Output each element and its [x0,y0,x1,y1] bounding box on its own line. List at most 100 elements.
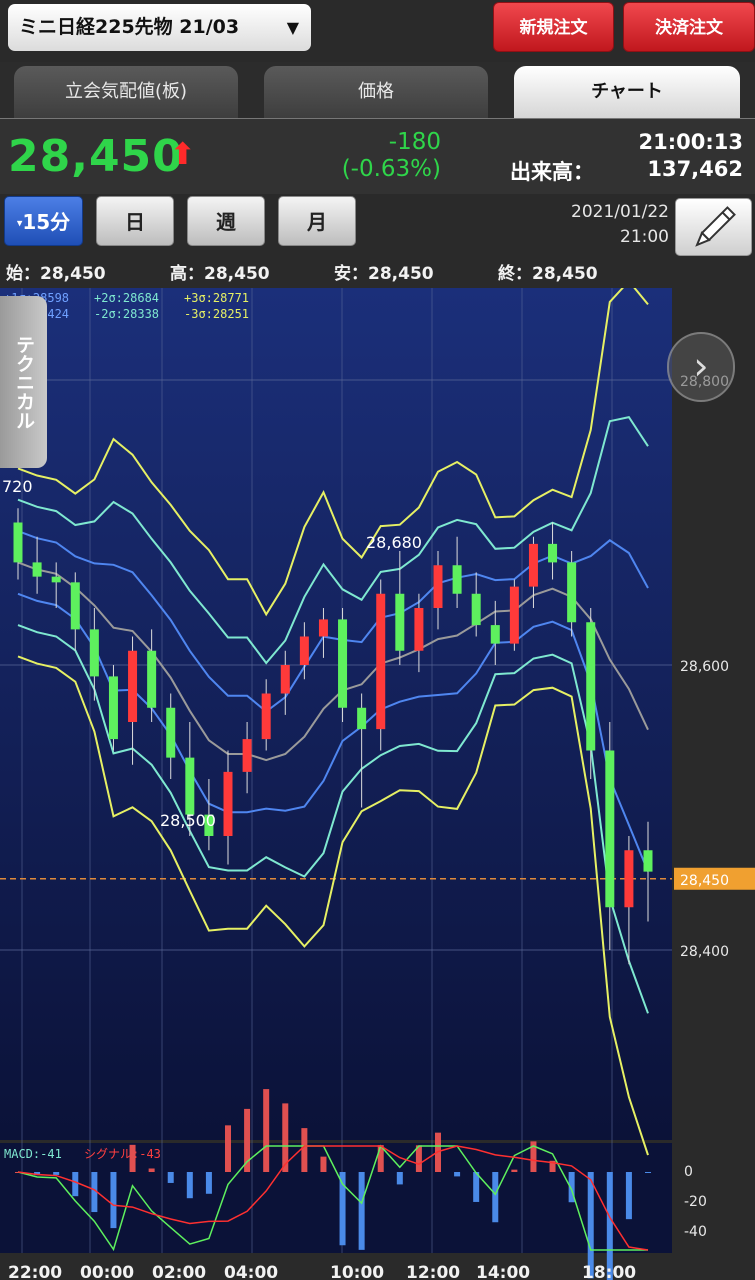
x-tick-label: 12:00 [406,1263,460,1280]
candlestick-chart[interactable]: MACD:-41シグナル:-430-20-40 28,80028,60028,4… [0,288,755,1280]
ohlc-low: 安：28,450 [334,264,434,284]
signal-label: シグナル:-43 [84,1147,161,1161]
settle-order-button[interactable]: 決済注文 [623,2,755,52]
candle-body [299,636,309,665]
technical-tab[interactable]: テクニカル [0,296,47,468]
candle-body [567,562,577,623]
candle-body [376,593,386,730]
bb-legend-item: -3σ:28251 [184,307,249,321]
interval-day-button[interactable]: 日 [96,196,174,246]
x-tick-label: 14:00 [476,1263,530,1280]
symbol-select[interactable]: ミニ日経225先物 21/03 ▼ [8,4,311,51]
candle-body [280,665,290,694]
price-change: -180 (-0.63%) [342,129,441,183]
macd-histogram-bar [396,1172,403,1185]
y-tick-label: 28,600 [680,659,729,675]
macd-tick-label: -20 [684,1194,707,1210]
volume-value: 137,462 [647,157,743,181]
candle-body [185,757,195,815]
candle-body [108,676,118,740]
interval-week-button[interactable]: 週 [187,196,265,246]
x-tick-label: 04:00 [224,1263,278,1280]
chart-date: 2021/01/22 [571,202,669,222]
macd-histogram-bar [129,1144,136,1172]
tab-chart[interactable]: チャート [514,66,740,118]
macd-histogram-bar [148,1168,155,1172]
candle-body [166,707,176,758]
annotation-high: 28,680 [366,533,422,552]
ohlc-high: 高：28,450 [170,264,270,284]
macd-histogram-bar [511,1169,518,1172]
candle-body [128,650,138,722]
quote-info: 21:00:13 137,462 [639,129,743,183]
interval-month-button[interactable]: 月 [278,196,356,246]
last-price: 28,450 [8,131,184,182]
candle-body [528,543,538,587]
candle-body [395,593,405,651]
x-tick-label: 02:00 [152,1263,206,1280]
chevron-down-icon: ▼ [286,18,299,37]
macd-histogram-bar [454,1172,461,1177]
view-tabs: 立会気配値(板) 価格 チャート [0,62,755,118]
candle-body [548,543,558,563]
tab-price[interactable]: 価格 [264,66,488,118]
candle-body [490,625,500,644]
macd-histogram-bar [167,1172,174,1183]
chevron-right-icon[interactable]: › [667,332,735,402]
y-tick-label: 28,400 [680,944,729,960]
ohlc-summary: 始：28,450 高：28,450 安：28,450 終：28,450 [0,256,755,288]
candle-body [261,693,271,740]
ohlc-open: 始：28,450 [6,264,106,284]
macd-histogram-bar [473,1172,480,1202]
macd-histogram-bar [186,1172,193,1199]
x-tick-label: 10:00 [330,1263,384,1280]
x-tick-label: 22:00 [8,1263,62,1280]
interval-bar: ▾15分 日 週 月 2021/01/22 21:00 [0,194,755,256]
macd-histogram-bar [625,1172,632,1220]
macd-histogram-bar [492,1172,499,1223]
macd-histogram-bar [358,1172,365,1250]
candle-body [13,522,23,563]
pencil-icon [695,206,736,247]
new-order-button[interactable]: 新規注文 [493,2,614,52]
candle-body [32,562,42,577]
macd-tick-label: 0 [684,1164,693,1180]
candle-body [89,629,99,677]
volume-label: 出来高： [510,160,594,184]
up-arrow-icon: ⬆ [170,137,196,172]
bb-legend-item: +2σ:28684 [94,291,159,305]
candle-body [509,586,519,644]
macd-histogram-bar [72,1172,79,1197]
candle-body [357,707,367,730]
bb-legend-item: +3σ:28771 [184,291,249,305]
chart-area[interactable]: MACD:-41シグナル:-430-20-40 28,80028,60028,4… [0,288,755,1280]
x-tick-label: 18:00 [582,1263,636,1280]
chart-time: 21:00 [620,227,669,247]
macd-histogram-bar [320,1156,327,1172]
annotation-high-left: 720 [2,477,33,496]
tab-order-book[interactable]: 立会気配値(板) [14,66,238,118]
annotation-low: 28,500 [160,811,216,830]
symbol-name: ミニ日経225先物 21/03 [19,16,240,38]
candle-body [51,576,61,583]
candle-body [586,622,596,751]
quote-time: 21:00:13 [638,130,743,154]
bb-legend-item: -2σ:28338 [94,307,159,321]
draw-button[interactable] [675,198,752,256]
macd-histogram-bar [645,1172,651,1173]
change-value: -180 [388,129,441,155]
ohlc-close: 終：28,450 [498,264,598,284]
macd-histogram-bar [110,1172,117,1229]
candle-body [471,593,481,626]
candle-body [643,850,653,872]
candle-body [338,619,348,708]
chart-datetime: 2021/01/22 21:00 [571,200,669,250]
candle-body [147,650,157,708]
macd-histogram-bar [263,1089,270,1172]
interval-15min-button[interactable]: ▾15分 [4,196,83,246]
candle-body [223,771,233,836]
macd-histogram-bar [301,1128,308,1172]
interval-15min-label: 15分 [22,210,71,234]
current-price-label: 28,450 [680,873,729,889]
candle-body [414,608,424,651]
